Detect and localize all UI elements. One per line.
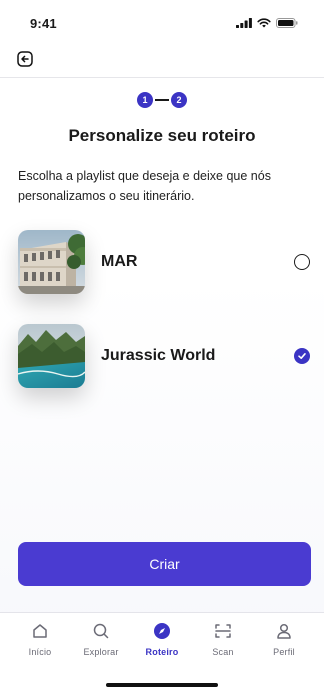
step-connector <box>155 99 169 101</box>
nav-item-scan[interactable]: Scan <box>195 621 251 657</box>
nav-label: Início <box>28 647 52 657</box>
status-time: 9:41 <box>30 15 57 31</box>
playlist-thumbnail-jurassic-world <box>18 324 85 388</box>
back-arrow-icon <box>17 50 33 72</box>
playlist-name: MAR <box>101 253 138 270</box>
playlist-item-jurassic-world[interactable]: Jurassic World <box>18 324 310 388</box>
scan-icon <box>213 621 233 641</box>
home-indicator <box>106 683 218 687</box>
nav-label: Scan <box>212 647 234 657</box>
nav-item-inicio[interactable]: Início <box>12 621 68 657</box>
nav-label: Explorar <box>83 647 119 657</box>
user-icon <box>274 621 294 641</box>
signal-icon <box>236 18 252 28</box>
status-bar: 9:41 <box>0 0 324 46</box>
bottom-nav: Início Explorar Roteiro Scan Perfil <box>0 612 324 695</box>
page-title: Personalize seu roteiro <box>68 126 256 145</box>
radio-unchecked-icon[interactable] <box>294 254 310 270</box>
home-icon <box>30 621 50 641</box>
status-icons <box>236 18 298 28</box>
battery-icon <box>276 18 298 28</box>
page-description: Escolha a playlist que deseja e deixe qu… <box>18 169 271 203</box>
stepper: 1 2 <box>0 92 324 108</box>
app-screen: 9:41 1 2 Personalize seu roteiro Escolha… <box>0 0 324 695</box>
nav-label: Roteiro <box>145 647 179 657</box>
nav-label: Perfil <box>273 647 295 657</box>
playlist-name: Jurassic World <box>101 347 216 364</box>
back-button[interactable] <box>16 50 34 72</box>
playlist-thumbnail-mar <box>18 230 85 294</box>
wifi-icon <box>257 18 271 28</box>
header <box>0 48 324 78</box>
nav-item-explorar[interactable]: Explorar <box>73 621 129 657</box>
step-2: 2 <box>171 92 187 108</box>
create-button[interactable]: Criar <box>18 542 311 586</box>
playlist-item-mar[interactable]: MAR <box>18 230 310 294</box>
nav-item-perfil[interactable]: Perfil <box>256 621 312 657</box>
step-1: 1 <box>137 92 153 108</box>
nav-item-roteiro[interactable]: Roteiro <box>134 621 190 657</box>
search-icon <box>91 621 111 641</box>
compass-icon <box>152 621 172 641</box>
radio-checked-icon[interactable] <box>294 348 310 364</box>
